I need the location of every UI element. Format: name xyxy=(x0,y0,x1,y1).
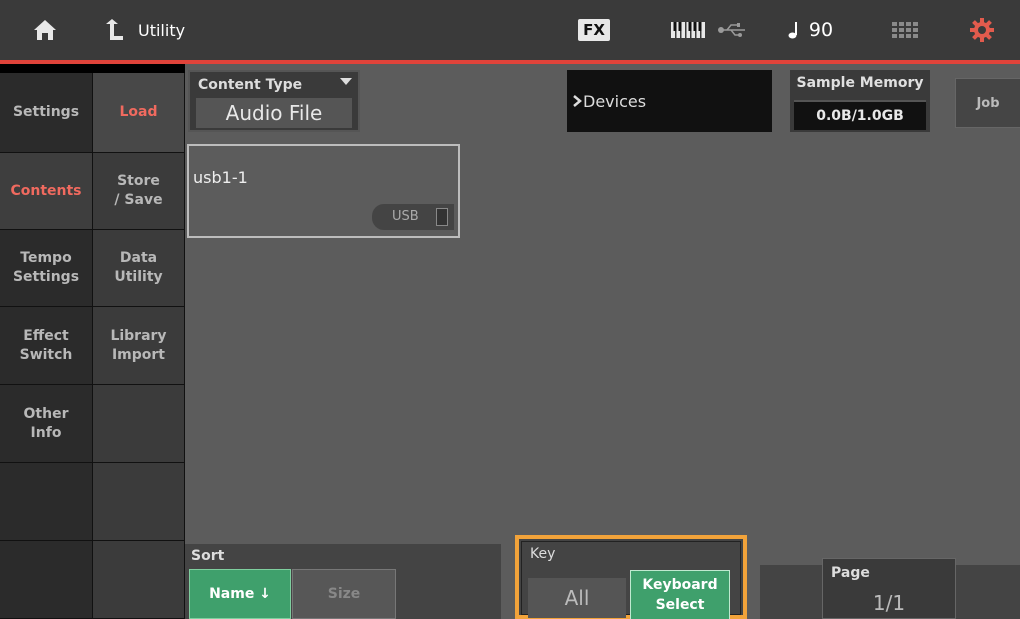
fx-badge[interactable]: FX xyxy=(574,0,614,60)
device-card[interactable]: usb1-1 USB xyxy=(187,144,460,238)
chevron-down-icon xyxy=(340,78,352,85)
usb-tag-label: USB xyxy=(392,209,419,224)
sidebar-item-tempo-settings[interactable]: Tempo Settings xyxy=(0,230,93,307)
sort-size-button[interactable]: Size xyxy=(292,569,396,619)
sidebar-item-label: Data Utility xyxy=(114,250,163,285)
page-value: 1/1 xyxy=(872,591,906,615)
page-title: Utility xyxy=(138,20,186,40)
tempo-display[interactable]: 90 xyxy=(780,0,840,60)
sidebar-item-label: Store / Save xyxy=(114,173,163,208)
sidebar-sub-item-library-import[interactable]: Library Import xyxy=(93,307,185,385)
fx-label: FX xyxy=(578,19,610,41)
sort-panel: Sort Name ↓ Size xyxy=(185,544,501,619)
usb-tag: USB xyxy=(372,204,454,230)
job-label: Job xyxy=(976,95,1000,111)
usb-icon xyxy=(712,0,752,60)
sidebar-item-label: Tempo Settings xyxy=(12,250,80,285)
devices-button[interactable]: Devices xyxy=(567,70,772,132)
keyboard-select-label: Keyboard Select xyxy=(642,577,718,613)
sidebar-item-empty xyxy=(0,541,93,619)
sort-label: Sort xyxy=(191,548,225,564)
sort-name-button[interactable]: Name ↓ xyxy=(189,569,291,619)
sample-memory-value: 0.0B/1.0GB xyxy=(794,100,926,130)
sidebar-sub-item-data-utility[interactable]: Data Utility xyxy=(93,230,185,307)
content-type-value: Audio File xyxy=(196,98,352,128)
tempo-value: 90 xyxy=(808,19,834,41)
sort-name-label: Name ↓ xyxy=(209,586,271,602)
key-all-button[interactable]: All xyxy=(528,578,626,618)
sidebar-item-effect-switch[interactable]: Effect Switch xyxy=(0,307,93,385)
sidebar-item-empty xyxy=(0,463,93,541)
device-name: usb1-1 xyxy=(193,168,248,187)
sidebar-item-contents[interactable]: Contents xyxy=(0,153,93,230)
key-label: Key xyxy=(530,546,556,562)
keyboard-icon xyxy=(668,0,708,60)
sidebar-item-label: Contents xyxy=(10,182,82,199)
sidebar-sub-item-load[interactable]: Load xyxy=(93,73,185,153)
page-label: Page xyxy=(831,565,870,581)
sidebar-item-settings[interactable]: Settings xyxy=(0,73,93,153)
note-icon xyxy=(788,22,797,39)
top-bar: Utility FX 90 xyxy=(0,0,1020,60)
sidebar-item-other-info[interactable]: Other Info xyxy=(0,385,93,463)
gear-icon[interactable] xyxy=(962,0,1002,60)
sidebar-item-label: Library Import xyxy=(110,327,167,363)
key-panel-inner: Key All Keyboard Select xyxy=(521,541,741,619)
sample-memory-panel: Sample Memory 0.0B/1.0GB xyxy=(790,70,930,132)
sidebar-item-label: Effect Switch xyxy=(19,327,73,363)
devices-label: Devices xyxy=(583,91,647,111)
grid-icon[interactable] xyxy=(885,0,925,60)
content-type-selector[interactable]: Content Type Audio File xyxy=(188,70,360,132)
sidebar-sub-item-empty xyxy=(93,463,185,541)
sidebar-sub-item-empty xyxy=(93,385,185,463)
sidebar-item-label: Load xyxy=(119,104,158,120)
usb-slot-icon xyxy=(436,208,448,226)
sample-memory-label: Sample Memory xyxy=(796,75,924,91)
content-type-label: Content Type xyxy=(198,77,303,93)
home-icon[interactable] xyxy=(25,0,65,60)
sidebar-sub-item-empty xyxy=(93,541,185,619)
page-indicator[interactable]: Page 1/1 xyxy=(822,558,956,619)
chevron-right-icon xyxy=(573,95,582,107)
sidebar-item-label: Settings xyxy=(12,104,80,120)
key-panel: Key All Keyboard Select xyxy=(515,535,747,619)
sidebar-item-label: Other Info xyxy=(23,405,69,441)
job-button[interactable]: Job xyxy=(955,78,1020,128)
keyboard-select-button[interactable]: Keyboard Select xyxy=(630,570,730,619)
sort-size-label: Size xyxy=(327,586,361,602)
back-arrow-icon[interactable] xyxy=(94,0,134,60)
sidebar-sub-item-store-save[interactable]: Store / Save xyxy=(93,153,185,230)
